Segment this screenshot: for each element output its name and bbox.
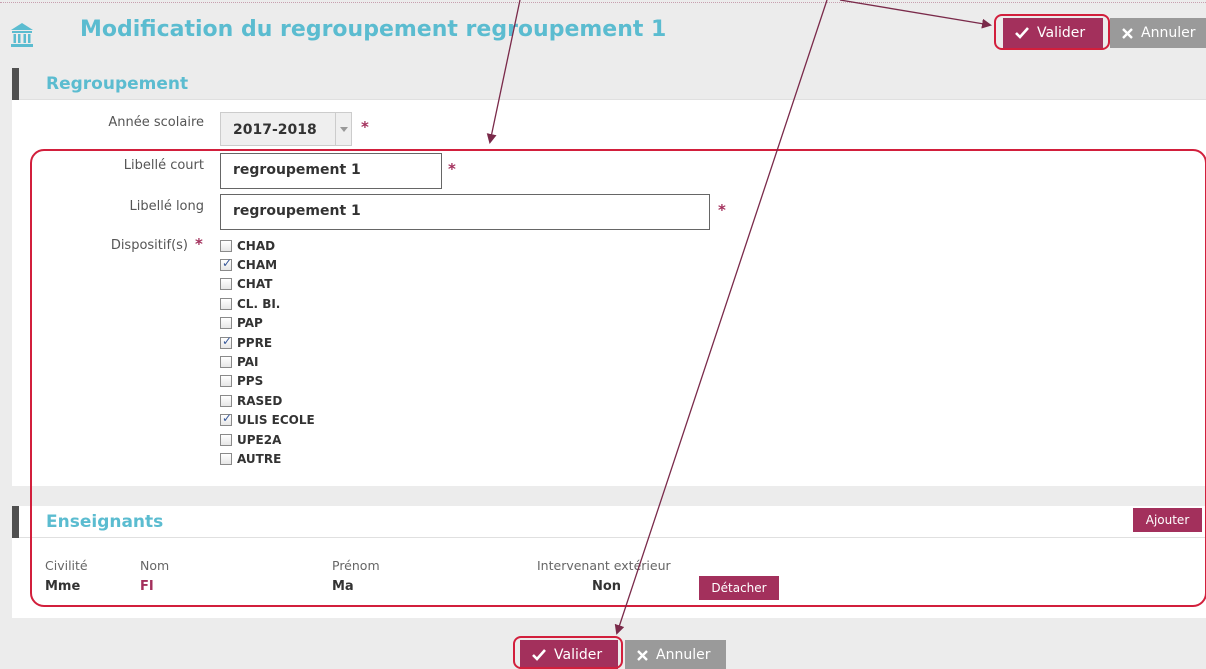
page-title: Modification du regroupement regroupemen…	[80, 17, 667, 42]
annee-value: 2017-2018	[233, 122, 317, 138]
highlight-frame-form	[30, 149, 1206, 607]
annee-label: Année scolaire	[108, 115, 204, 130]
page: Modification du regroupement regroupemen…	[0, 0, 1206, 669]
regroupement-section-title: Regroupement	[46, 74, 189, 94]
bank-icon	[11, 23, 33, 47]
top-dotted-rule	[0, 0, 1206, 3]
required-marker: *	[361, 118, 369, 136]
chevron-down-icon[interactable]	[335, 113, 351, 145]
section-bar	[12, 506, 19, 538]
section-bar	[12, 68, 19, 100]
annee-select[interactable]: 2017-2018	[220, 112, 352, 146]
highlight-frame-bottom-valider	[513, 636, 623, 669]
close-icon	[1122, 27, 1133, 39]
section-rule	[19, 99, 1206, 100]
annuler-button-top[interactable]: Annuler	[1110, 18, 1206, 48]
annuler-label: Annuler	[1141, 25, 1196, 41]
close-icon	[637, 649, 648, 661]
highlight-frame-top-valider	[994, 14, 1110, 50]
regroupement-section-header: Regroupement	[12, 68, 1206, 100]
annuler-label: Annuler	[656, 647, 711, 663]
annuler-button-bottom[interactable]: Annuler	[625, 640, 726, 669]
